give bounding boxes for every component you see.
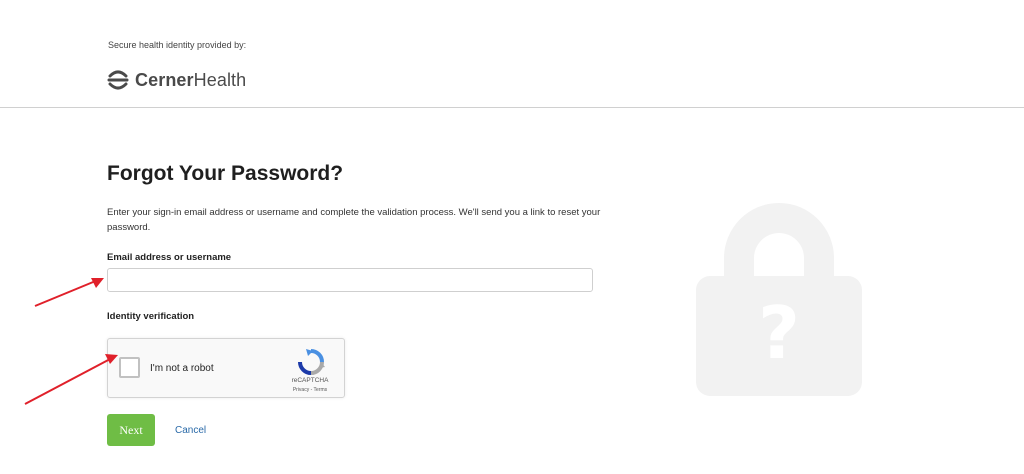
recaptcha-brand-text: reCAPTCHA xyxy=(291,377,329,384)
email-label: Email address or username xyxy=(107,252,232,263)
provided-by-text: Secure health identity provided by: xyxy=(108,40,247,50)
recaptcha-label: I'm not a robot xyxy=(150,363,214,374)
arrow-to-recaptcha xyxy=(24,354,118,405)
next-button[interactable]: Next xyxy=(107,414,155,446)
cerner-health-logo: CernerHealth xyxy=(107,66,246,94)
svg-text:?: ? xyxy=(758,291,800,375)
logo-text-regular: Health xyxy=(193,69,247,90)
email-input[interactable] xyxy=(107,268,593,292)
cerner-logo-icon xyxy=(107,70,129,90)
logo-text-bold: Cerner xyxy=(135,69,194,90)
instructions-text: Enter your sign-in email address or user… xyxy=(107,207,601,233)
page-title: Forgot Your Password? xyxy=(107,162,344,185)
lock-question-icon: ? xyxy=(696,203,862,396)
recaptcha-checkbox[interactable] xyxy=(119,357,140,378)
identity-verification-label: Identity verification xyxy=(107,311,195,322)
recaptcha-logo-icon xyxy=(298,349,325,375)
recaptcha-privacy-terms-link[interactable]: Privacy - Terms xyxy=(278,387,342,393)
logo-text: CernerHealth xyxy=(135,70,246,91)
recaptcha-widget: I'm not a robot reCAPTCHA Privacy - Term… xyxy=(107,338,345,398)
cancel-link[interactable]: Cancel xyxy=(175,425,206,436)
arrow-to-email-input xyxy=(34,278,104,307)
header: Secure health identity provided by: Cern… xyxy=(0,0,1024,108)
